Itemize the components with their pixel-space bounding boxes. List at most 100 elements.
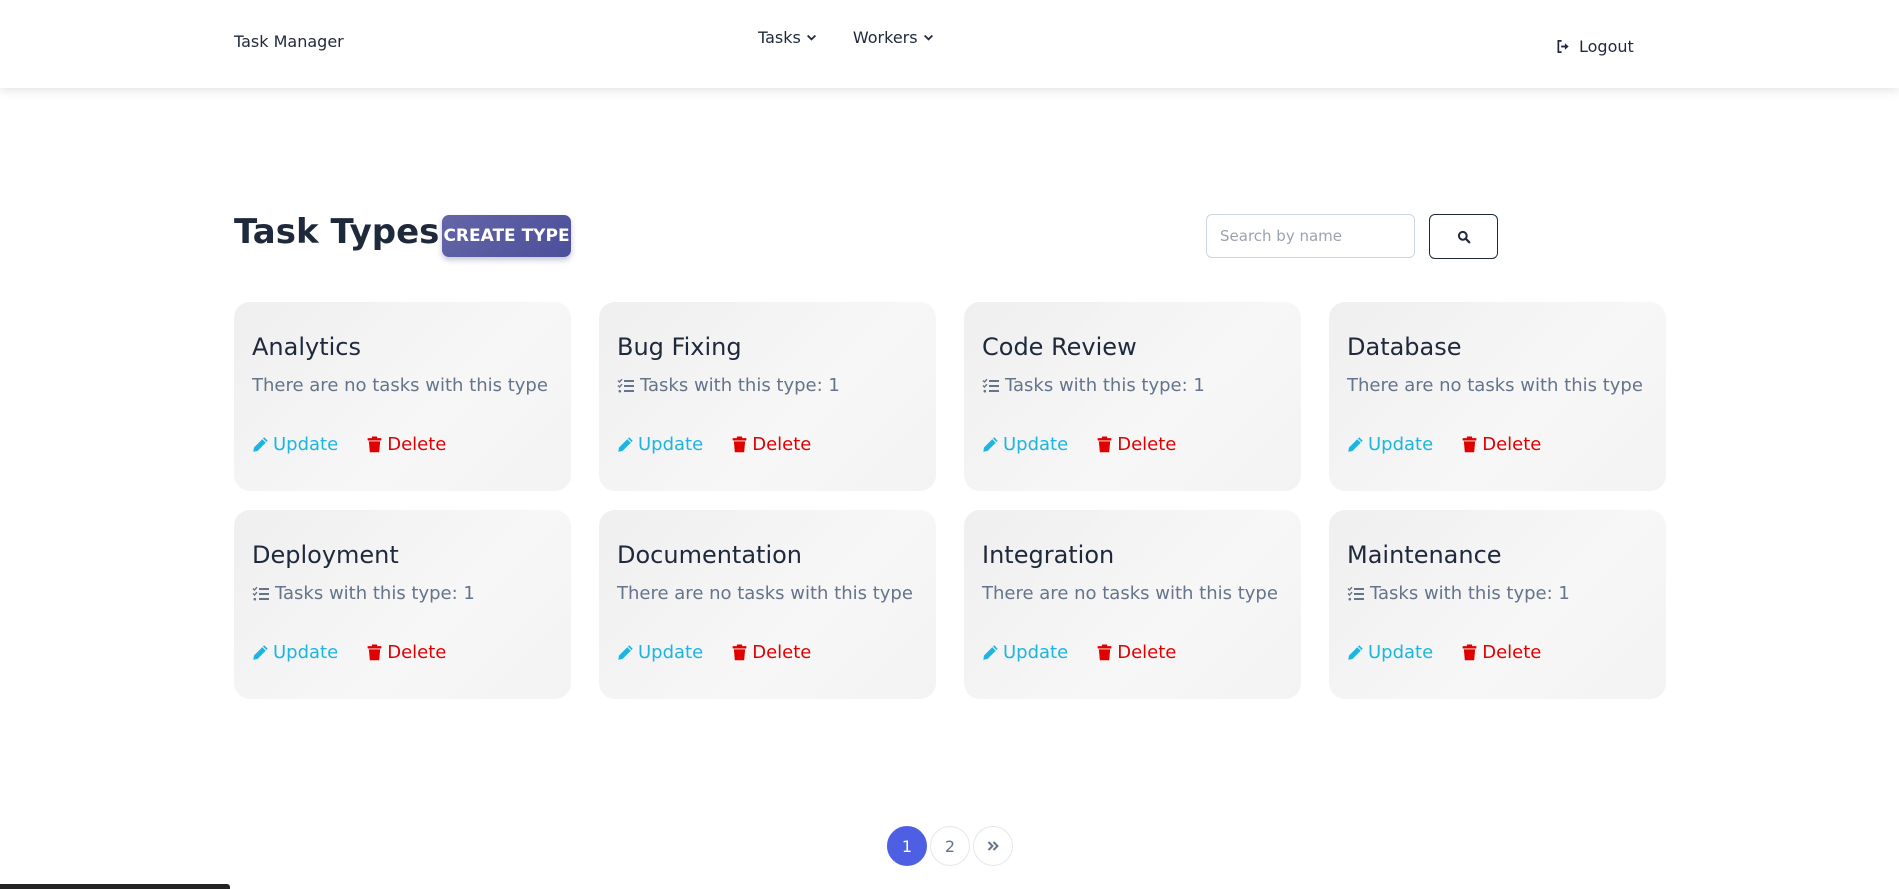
search-icon <box>1457 230 1470 243</box>
delete-button[interactable]: Delete <box>1461 434 1541 455</box>
trash-icon <box>732 436 747 453</box>
nav-workers-label: Workers <box>852 28 918 47</box>
card-info-text: There are no tasks with this type <box>982 583 1278 604</box>
card-actions: Update Delete <box>252 642 446 663</box>
nav-tasks-label: Tasks <box>758 28 801 47</box>
delete-label: Delete <box>1482 642 1542 663</box>
pencil-icon <box>253 645 268 660</box>
card-actions: Update Delete <box>1347 434 1541 455</box>
card-actions: Update Delete <box>982 434 1176 455</box>
update-label: Update <box>1003 642 1069 663</box>
delete-button[interactable]: Delete <box>731 434 811 455</box>
task-type-card: Code Review Tasks with this type: 1 Update… <box>964 302 1301 491</box>
trash-icon <box>732 644 747 661</box>
next-page-button[interactable] <box>973 826 1013 866</box>
card-actions: Update Delete <box>617 434 811 455</box>
update-button[interactable]: Update <box>982 642 1068 663</box>
search-button[interactable] <box>1429 214 1498 259</box>
chevron-down-icon <box>806 34 816 41</box>
update-button[interactable]: Update <box>617 642 703 663</box>
delete-button[interactable]: Delete <box>731 642 811 663</box>
page-button-1[interactable]: 1 <box>887 826 927 866</box>
card-title: Bug Fixing <box>617 333 742 361</box>
trash-icon <box>1097 436 1112 453</box>
logout-label: Logout <box>1579 37 1634 56</box>
search-input[interactable] <box>1206 214 1415 258</box>
update-label: Update <box>273 434 339 455</box>
update-button[interactable]: Update <box>1347 642 1433 663</box>
card-actions: Update Delete <box>982 642 1176 663</box>
card-actions: Update Delete <box>252 434 446 455</box>
update-label: Update <box>1368 434 1434 455</box>
navbar: Task Manager Tasks Workers Logout <box>0 0 1899 88</box>
task-type-card: Database There are no tasks with this typ… <box>1329 302 1666 491</box>
pagination: 1 2 <box>887 826 1013 866</box>
update-button[interactable]: Update <box>252 434 338 455</box>
delete-button[interactable]: Delete <box>1096 642 1176 663</box>
trash-icon <box>1097 644 1112 661</box>
pencil-icon <box>983 437 998 452</box>
nav-menu: Tasks Workers <box>758 28 934 47</box>
task-list-icon <box>252 586 269 600</box>
logout-icon <box>1557 40 1569 53</box>
card-task-count: There are no tasks with this type <box>982 583 1283 604</box>
card-actions: Update Delete <box>1347 642 1541 663</box>
card-task-count: Tasks with this type: 1 <box>982 375 1283 396</box>
nav-tasks-dropdown[interactable]: Tasks <box>758 28 817 47</box>
task-type-card: Documentation There are no tasks with thi… <box>599 510 936 699</box>
delete-button[interactable]: Delete <box>366 434 446 455</box>
card-actions: Update Delete <box>617 642 811 663</box>
delete-label: Delete <box>387 434 447 455</box>
card-task-count: There are no tasks with this type <box>1347 375 1648 396</box>
task-type-card: Integration There are no tasks with this … <box>964 510 1301 699</box>
card-info-text: Tasks with this type: 1 <box>1370 583 1570 604</box>
delete-button[interactable]: Delete <box>1096 434 1176 455</box>
pencil-icon <box>618 437 633 452</box>
card-info-text: Tasks with this type: 1 <box>275 583 475 604</box>
card-info-text: There are no tasks with this type <box>617 583 913 604</box>
nav-workers-dropdown[interactable]: Workers <box>853 28 934 47</box>
pencil-icon <box>618 645 633 660</box>
delete-label: Delete <box>1482 434 1542 455</box>
trash-icon <box>367 436 382 453</box>
card-title: Integration <box>982 541 1115 569</box>
task-list-icon <box>617 378 634 392</box>
trash-icon <box>1462 436 1477 453</box>
update-button[interactable]: Update <box>1347 434 1433 455</box>
pencil-icon <box>253 437 268 452</box>
create-type-button[interactable]: CREATE TYPE <box>442 215 571 257</box>
update-label: Update <box>1368 642 1434 663</box>
task-type-card: Deployment Tasks with this type: 1 Update D… <box>234 510 571 699</box>
pencil-icon <box>1348 437 1363 452</box>
task-list-icon <box>982 378 999 392</box>
card-title: Documentation <box>617 541 803 569</box>
card-task-count: There are no tasks with this type <box>252 375 553 396</box>
card-title: Deployment <box>252 541 399 569</box>
update-button[interactable]: Update <box>617 434 703 455</box>
delete-button[interactable]: Delete <box>366 642 446 663</box>
card-task-count: Tasks with this type: 1 <box>1347 583 1648 604</box>
card-task-count: Tasks with this type: 1 <box>617 375 918 396</box>
trash-icon <box>1462 644 1477 661</box>
delete-button[interactable]: Delete <box>1461 642 1541 663</box>
card-title: Code Review <box>982 333 1137 361</box>
task-type-card: Analytics There are no tasks with this ty… <box>234 302 571 491</box>
update-button[interactable]: Update <box>982 434 1068 455</box>
task-type-card: Bug Fixing Tasks with this type: 1 Update D… <box>599 302 936 491</box>
logout-button[interactable]: Logout <box>1556 37 1634 56</box>
card-info-text: There are no tasks with this type <box>252 375 548 396</box>
update-button[interactable]: Update <box>252 642 338 663</box>
task-type-card: Maintenance Tasks with this type: 1 Update… <box>1329 510 1666 699</box>
task-list-icon <box>1347 586 1364 600</box>
trash-icon <box>367 644 382 661</box>
update-label: Update <box>273 642 339 663</box>
update-label: Update <box>638 434 704 455</box>
chevron-down-icon <box>923 34 933 41</box>
delete-label: Delete <box>752 434 812 455</box>
card-info-text: There are no tasks with this type <box>1347 375 1643 396</box>
page-button-2[interactable]: 2 <box>930 826 970 866</box>
card-task-count: Tasks with this type: 1 <box>252 583 553 604</box>
page-title: Task Types: <box>234 212 453 252</box>
card-title: Maintenance <box>1347 541 1502 569</box>
brand-link[interactable]: Task Manager <box>234 32 344 51</box>
